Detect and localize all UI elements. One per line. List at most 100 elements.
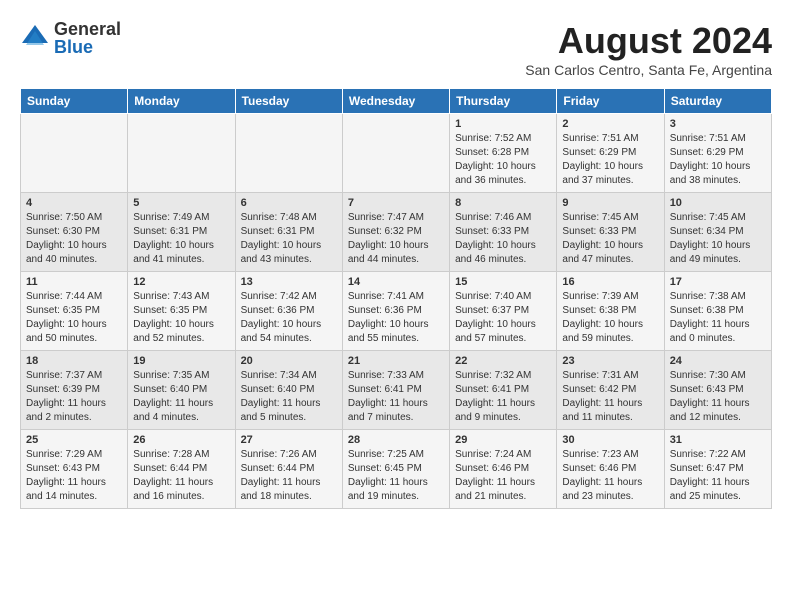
calendar-cell: 12Sunrise: 7:43 AM Sunset: 6:35 PM Dayli… [128,272,235,351]
day-number: 31 [670,434,766,446]
day-number: 6 [241,197,337,209]
cell-content: Sunrise: 7:32 AM Sunset: 6:41 PM Dayligh… [455,369,551,425]
calendar-cell: 20 Sunrise: 7:34 AM Sunset: 6:40 PM Dayli… [235,351,342,430]
cell-content: Sunrise: 7:51 AM Sunset: 6:29 PM Dayligh… [562,132,658,188]
day-number: 14 [348,276,444,288]
day-number: 25 [26,434,122,446]
day-number: 30 [562,434,658,446]
cell-content: Sunrise: 7:52 AM Sunset: 6:28 PM Dayligh… [455,132,551,188]
calendar-cell: 22 Sunrise: 7:32 AM Sunset: 6:41 PM Dayli… [450,351,557,430]
cell-content: Sunrise: 7:40 AM Sunset: 6:37 PM Dayligh… [455,290,551,346]
calendar-cell: 24Sunrise: 7:30 AM Sunset: 6:43 PM Dayli… [664,351,771,430]
calendar-cell: 5Sunrise: 7:49 AM Sunset: 6:31 PM Daylig… [128,193,235,272]
calendar-cell: 2 Sunrise: 7:51 AM Sunset: 6:29 PM Daylig… [557,114,664,193]
day-header-wednesday: Wednesday [342,89,449,114]
day-number: 26 [133,434,229,446]
calendar-week-row: 4Sunrise: 7:50 AM Sunset: 6:30 PM Daylig… [21,193,772,272]
day-number: 21 [348,355,444,367]
cell-content: Sunrise: 7:48 AM Sunset: 6:31 PM Dayligh… [241,211,337,267]
page-header: General Blue August 2024 San Carlos Cent… [20,20,772,78]
calendar-cell: 16 Sunrise: 7:39 AM Sunset: 6:38 PM Dayli… [557,272,664,351]
calendar-cell: 30Sunrise: 7:23 AM Sunset: 6:46 PM Dayli… [557,430,664,509]
calendar-cell: 19Sunrise: 7:35 AM Sunset: 6:40 PM Dayli… [128,351,235,430]
cell-content: Sunrise: 7:41 AM Sunset: 6:36 PM Dayligh… [348,290,444,346]
calendar-cell: 10 Sunrise: 7:45 AM Sunset: 6:34 PM Dayli… [664,193,771,272]
logo-general-text: General [54,20,121,38]
day-number: 16 [562,276,658,288]
cell-content: Sunrise: 7:28 AM Sunset: 6:44 PM Dayligh… [133,448,229,504]
day-number: 22 [455,355,551,367]
cell-content: Sunrise: 7:22 AM Sunset: 6:47 PM Dayligh… [670,448,766,504]
cell-content: Sunrise: 7:45 AM Sunset: 6:34 PM Dayligh… [670,211,766,267]
logo-blue-text: Blue [54,38,121,56]
day-header-friday: Friday [557,89,664,114]
calendar-cell: 6 Sunrise: 7:48 AM Sunset: 6:31 PM Daylig… [235,193,342,272]
month-year-title: August 2024 [525,20,772,62]
calendar-table: SundayMondayTuesdayWednesdayThursdayFrid… [20,88,772,509]
logo-text: General Blue [54,20,121,56]
calendar-cell: 29Sunrise: 7:24 AM Sunset: 6:46 PM Dayli… [450,430,557,509]
day-number: 7 [348,197,444,209]
calendar-cell: 23Sunrise: 7:31 AM Sunset: 6:42 PM Dayli… [557,351,664,430]
day-number: 17 [670,276,766,288]
cell-content: Sunrise: 7:51 AM Sunset: 6:29 PM Dayligh… [670,132,766,188]
title-block: August 2024 San Carlos Centro, Santa Fe,… [525,20,772,78]
calendar-cell: 25 Sunrise: 7:29 AM Sunset: 6:43 PM Dayli… [21,430,128,509]
logo: General Blue [20,20,121,56]
calendar-cell: 31 Sunrise: 7:22 AM Sunset: 6:47 PM Dayli… [664,430,771,509]
calendar-cell: 14 Sunrise: 7:41 AM Sunset: 6:36 PM Dayli… [342,272,449,351]
location-subtitle: San Carlos Centro, Santa Fe, Argentina [525,62,772,78]
calendar-cell [235,114,342,193]
day-number: 15 [455,276,551,288]
calendar-week-row: 11Sunrise: 7:44 AM Sunset: 6:35 PM Dayli… [21,272,772,351]
calendar-cell [342,114,449,193]
cell-content: Sunrise: 7:26 AM Sunset: 6:44 PM Dayligh… [241,448,337,504]
calendar-cell: 27 Sunrise: 7:26 AM Sunset: 6:44 PM Dayli… [235,430,342,509]
cell-content: Sunrise: 7:43 AM Sunset: 6:35 PM Dayligh… [133,290,229,346]
logo-icon [20,23,50,53]
day-number: 18 [26,355,122,367]
day-number: 24 [670,355,766,367]
calendar-week-row: 25 Sunrise: 7:29 AM Sunset: 6:43 PM Dayli… [21,430,772,509]
calendar-cell: 18 Sunrise: 7:37 AM Sunset: 6:39 PM Dayli… [21,351,128,430]
day-number: 9 [562,197,658,209]
calendar-week-row: 1Sunrise: 7:52 AM Sunset: 6:28 PM Daylig… [21,114,772,193]
day-number: 20 [241,355,337,367]
day-number: 13 [241,276,337,288]
calendar-cell: 28 Sunrise: 7:25 AM Sunset: 6:45 PM Dayli… [342,430,449,509]
calendar-cell: 17 Sunrise: 7:38 AM Sunset: 6:38 PM Dayli… [664,272,771,351]
day-header-tuesday: Tuesday [235,89,342,114]
day-number: 29 [455,434,551,446]
calendar-header-row: SundayMondayTuesdayWednesdayThursdayFrid… [21,89,772,114]
calendar-cell: 4Sunrise: 7:50 AM Sunset: 6:30 PM Daylig… [21,193,128,272]
day-number: 10 [670,197,766,209]
cell-content: Sunrise: 7:29 AM Sunset: 6:43 PM Dayligh… [26,448,122,504]
cell-content: Sunrise: 7:37 AM Sunset: 6:39 PM Dayligh… [26,369,122,425]
calendar-cell: 21Sunrise: 7:33 AM Sunset: 6:41 PM Dayli… [342,351,449,430]
day-number: 23 [562,355,658,367]
calendar-cell [21,114,128,193]
calendar-week-row: 18 Sunrise: 7:37 AM Sunset: 6:39 PM Dayli… [21,351,772,430]
day-number: 4 [26,197,122,209]
cell-content: Sunrise: 7:44 AM Sunset: 6:35 PM Dayligh… [26,290,122,346]
calendar-cell: 13 Sunrise: 7:42 AM Sunset: 6:36 PM Dayli… [235,272,342,351]
calendar-cell: 7Sunrise: 7:47 AM Sunset: 6:32 PM Daylig… [342,193,449,272]
calendar-cell: 11Sunrise: 7:44 AM Sunset: 6:35 PM Dayli… [21,272,128,351]
calendar-cell: 26 Sunrise: 7:28 AM Sunset: 6:44 PM Dayli… [128,430,235,509]
day-header-sunday: Sunday [21,89,128,114]
cell-content: Sunrise: 7:39 AM Sunset: 6:38 PM Dayligh… [562,290,658,346]
day-number: 8 [455,197,551,209]
calendar-cell: 8Sunrise: 7:46 AM Sunset: 6:33 PM Daylig… [450,193,557,272]
day-number: 3 [670,118,766,130]
day-number: 27 [241,434,337,446]
day-number: 2 [562,118,658,130]
cell-content: Sunrise: 7:34 AM Sunset: 6:40 PM Dayligh… [241,369,337,425]
day-number: 28 [348,434,444,446]
cell-content: Sunrise: 7:49 AM Sunset: 6:31 PM Dayligh… [133,211,229,267]
day-header-thursday: Thursday [450,89,557,114]
cell-content: Sunrise: 7:38 AM Sunset: 6:38 PM Dayligh… [670,290,766,346]
day-header-monday: Monday [128,89,235,114]
cell-content: Sunrise: 7:42 AM Sunset: 6:36 PM Dayligh… [241,290,337,346]
cell-content: Sunrise: 7:45 AM Sunset: 6:33 PM Dayligh… [562,211,658,267]
cell-content: Sunrise: 7:25 AM Sunset: 6:45 PM Dayligh… [348,448,444,504]
